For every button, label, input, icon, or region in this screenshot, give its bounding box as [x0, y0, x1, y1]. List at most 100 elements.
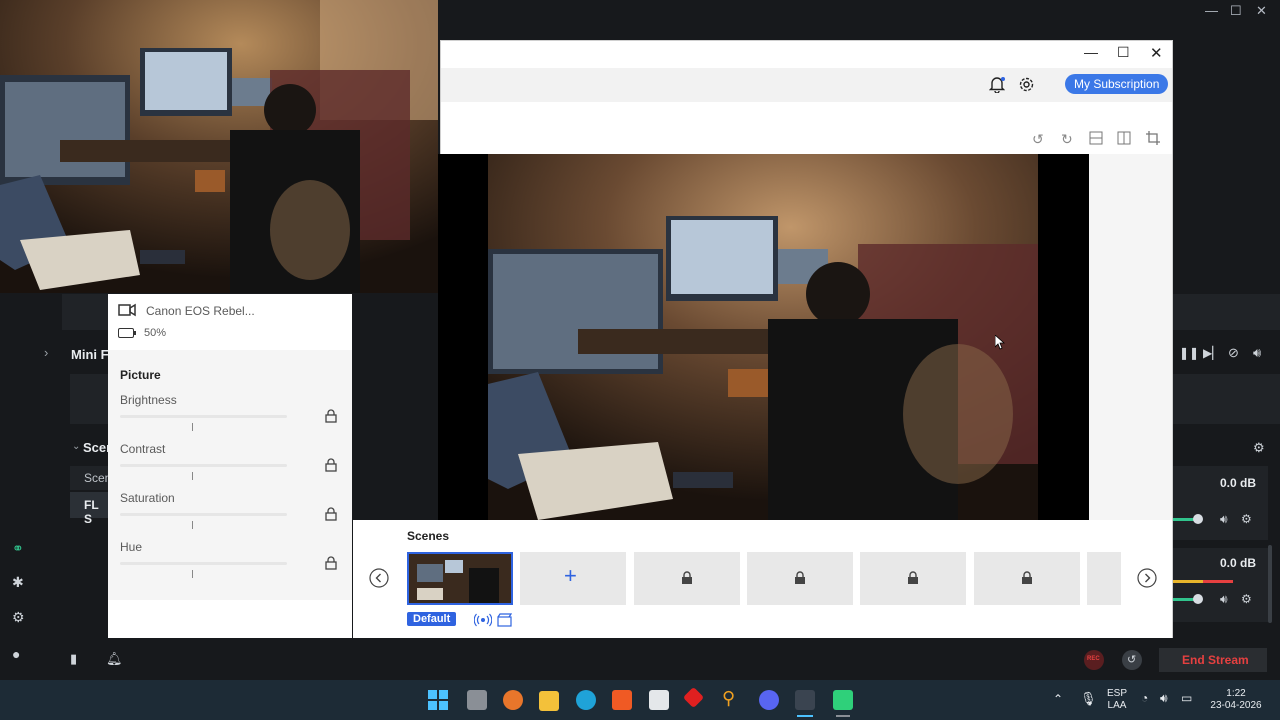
background-close-button[interactable]: ✕ — [1256, 3, 1267, 19]
lock-icon[interactable] — [325, 409, 337, 423]
setting-slider[interactable] — [120, 513, 287, 516]
replay-buffer-button[interactable]: ↺ — [1122, 650, 1142, 670]
wifi-icon[interactable]: ◔ — [1141, 691, 1148, 705]
camera-preview — [438, 154, 1089, 520]
expand-chevron-icon[interactable]: › — [44, 345, 48, 360]
history-icon: ↺ — [1127, 654, 1137, 666]
windows-start-icon[interactable] — [428, 690, 448, 710]
task-view-icon[interactable] — [467, 690, 487, 710]
mixer-2-gear-icon[interactable]: ⚙ — [1241, 592, 1252, 606]
end-stream-button[interactable]: End Stream — [1159, 648, 1267, 672]
dialog-minimize-button[interactable]: — — [1084, 44, 1098, 60]
dialog-close-button[interactable]: ✕ — [1150, 44, 1163, 62]
edge-browser-icon[interactable] — [576, 690, 596, 710]
setting-label: Brightness — [120, 393, 177, 407]
setting-slider-tick[interactable] — [192, 570, 193, 578]
streaming-app-icon[interactable] — [795, 690, 815, 710]
add-scene-button[interactable]: + — [520, 552, 626, 605]
mixer-settings-gear-icon[interactable]: ⚙ — [1253, 440, 1265, 456]
setting-slider[interactable] — [120, 562, 287, 565]
setting-slider-tick[interactable] — [192, 521, 193, 529]
puzzle-icon[interactable]: ✱ — [12, 574, 24, 591]
setting-label: Hue — [120, 540, 143, 554]
anydesk-icon[interactable] — [682, 686, 705, 709]
file-explorer-icon[interactable] — [539, 691, 559, 711]
crop-icon[interactable] — [1146, 131, 1160, 145]
input-language[interactable]: ESP LAA — [1103, 688, 1131, 712]
setting-label: Saturation — [120, 491, 175, 505]
locked-scene-slot[interactable] — [974, 552, 1080, 605]
background-scene-item[interactable]: Scen — [70, 466, 111, 490]
stats-bar-icon[interactable]: ▮ — [70, 651, 77, 667]
collapse-arrow-icon[interactable]: ⌄ — [72, 441, 80, 452]
rec-button[interactable]: REC — [1084, 650, 1104, 670]
locked-scene-slot[interactable] — [634, 552, 740, 605]
lock-icon[interactable] — [325, 507, 337, 521]
settings-gear-icon[interactable]: ⚙ — [12, 609, 25, 626]
mini-feed-label: Mini F — [71, 347, 109, 362]
volume-icon[interactable]: 🔊︎ — [1253, 345, 1261, 361]
mixer-1-slider-handle[interactable] — [1193, 514, 1203, 524]
flip-vertical-icon[interactable] — [1089, 131, 1103, 145]
lock-icon — [794, 571, 806, 585]
mixer-1-volume-icon[interactable]: 🔊︎ — [1220, 512, 1228, 527]
locked-scene-slot[interactable] — [860, 552, 966, 605]
webcam-app-icon[interactable] — [833, 690, 853, 710]
background-minimize-button[interactable]: — — [1205, 3, 1218, 18]
lock-icon — [681, 571, 693, 585]
fl-studio-icon[interactable] — [503, 690, 523, 710]
partial-scene-slot[interactable] — [1087, 552, 1121, 605]
search-tool-icon[interactable]: ⚲ — [722, 688, 735, 709]
add-icon: + — [564, 563, 577, 588]
mixer-2-db-readout: 0.0 dB — [1220, 556, 1257, 570]
mute-mic-icon[interactable]: ⊘ — [1228, 345, 1239, 361]
notification-bell-icon[interactable]: 🔔︎ — [106, 651, 123, 667]
rotate-right-icon[interactable]: ↻ — [1061, 131, 1073, 148]
mixer-2-level-peak — [1203, 580, 1233, 583]
my-subscription-button[interactable]: My Subscription — [1065, 74, 1169, 94]
setting-label: Contrast — [120, 442, 166, 456]
clapperboard-icon[interactable] — [497, 613, 512, 627]
setting-slider-tick[interactable] — [192, 472, 193, 480]
tray-chevron-up-icon[interactable]: ⌃ — [1053, 692, 1063, 706]
brave-browser-icon[interactable] — [612, 690, 632, 710]
locked-scene-slot[interactable] — [747, 552, 853, 605]
flip-horizontal-icon[interactable] — [1117, 131, 1131, 145]
lock-icon[interactable] — [325, 556, 337, 570]
volume-tray-icon[interactable]: 🔊︎ — [1160, 691, 1168, 706]
setting-slider[interactable] — [120, 464, 287, 467]
rotate-left-icon[interactable]: ↺ — [1032, 131, 1044, 148]
setting-slider-tick[interactable] — [192, 423, 193, 431]
mixer-2-slider-handle[interactable] — [1193, 594, 1203, 604]
mixer-scrollbar[interactable] — [1268, 545, 1272, 623]
pause-icon[interactable]: ❚❚ — [1179, 346, 1199, 360]
notification-bell-icon[interactable] — [989, 76, 1005, 93]
setting-slider[interactable] — [120, 415, 287, 418]
broadcast-icon[interactable] — [474, 613, 492, 627]
background-scene-item-active-label: FL S — [84, 498, 99, 526]
microphone-icon[interactable]: 🎙︎ — [1080, 691, 1097, 707]
settings-gear-icon[interactable] — [1018, 76, 1035, 93]
background-scene-item-active[interactable]: FL S — [70, 492, 108, 526]
rec-label: REC — [1087, 656, 1100, 662]
lock-icon[interactable] — [325, 458, 337, 472]
microsoft-store-icon[interactable] — [649, 690, 669, 710]
dialog-maximize-button[interactable]: ☐ — [1117, 44, 1130, 61]
clock[interactable]: 1:22 23-04-2026 — [1206, 688, 1266, 712]
scroll-right-arrow-icon[interactable] — [1137, 568, 1157, 588]
scroll-left-arrow-icon[interactable] — [369, 568, 389, 588]
background-maximize-button[interactable]: ☐ — [1230, 3, 1242, 19]
picture-settings: Picture Brightness Contrast Saturation Hue — [108, 350, 352, 600]
mixer-1-gear-icon[interactable]: ⚙ — [1241, 512, 1252, 526]
mini-feed-panel — [70, 374, 108, 424]
panel-footer — [108, 600, 352, 638]
scene-default-thumbnail[interactable] — [407, 552, 513, 605]
battery-tray-icon[interactable]: ▭ — [1181, 691, 1192, 705]
skip-next-icon[interactable]: ▶▏ — [1203, 346, 1221, 360]
user-icon[interactable]: ● — [12, 646, 20, 662]
mixer-2-volume-icon[interactable]: 🔊︎ — [1220, 592, 1228, 607]
background-panel-top — [62, 294, 108, 330]
link-icon[interactable]: ⚭ — [12, 540, 24, 557]
discord-icon[interactable] — [759, 690, 779, 710]
keyboard-layout: LAA — [1107, 700, 1127, 711]
